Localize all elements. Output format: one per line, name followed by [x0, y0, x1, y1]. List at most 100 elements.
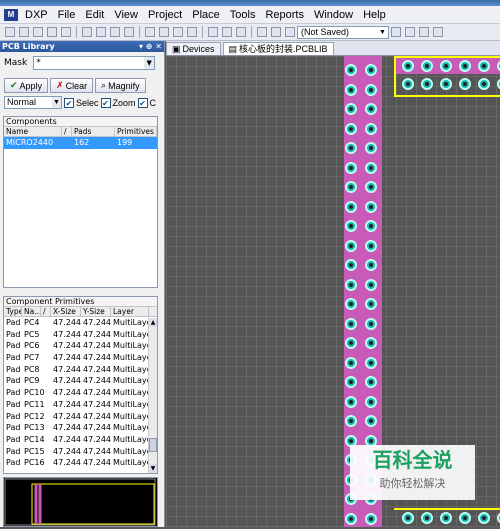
- scroll-thumb[interactable]: [149, 438, 157, 452]
- col-x-size[interactable]: X-Size: [51, 307, 81, 316]
- deselect-icon[interactable]: [236, 27, 246, 37]
- menu-reports[interactable]: Reports: [260, 9, 309, 21]
- primitive-row[interactable]: PadPC1247.244n47.244nMultiLaye: [4, 411, 157, 423]
- clear-existing-checkbox[interactable]: ✔: [137, 97, 148, 108]
- primitive-row[interactable]: PadPC1647.244n47.244nMultiLaye: [4, 457, 157, 469]
- menu-dxp[interactable]: DXP: [20, 9, 53, 21]
- component-row[interactable]: MICRO2440 162 199: [4, 137, 157, 149]
- chevron-down-icon: ▼: [52, 97, 61, 108]
- primitive-row[interactable]: PadPC1047.244n47.244nMultiLaye: [4, 387, 157, 399]
- pad: [365, 103, 377, 115]
- watermark-subtitle: 助你轻松解决: [379, 477, 446, 490]
- outline-mid: [394, 95, 500, 97]
- zoom-icon[interactable]: [61, 27, 71, 37]
- footprint-preview[interactable]: [3, 477, 158, 527]
- clear-x-icon: ✗: [56, 80, 64, 90]
- apply-button[interactable]: ✔ Apply: [4, 78, 49, 93]
- cut-icon[interactable]: [145, 27, 155, 37]
- chevron-down-icon: ▼: [379, 28, 386, 36]
- col-name[interactable]: Na...: [22, 307, 41, 316]
- rubber-stamp-icon[interactable]: [187, 27, 197, 37]
- col-name[interactable]: Name: [4, 127, 62, 136]
- menu-edit[interactable]: Edit: [80, 9, 109, 21]
- pad-icon[interactable]: [405, 27, 415, 37]
- pad: [345, 142, 357, 154]
- pad: [421, 512, 433, 524]
- paste-icon[interactable]: [173, 27, 183, 37]
- primitives-scrollbar[interactable]: ▲ ▼: [148, 318, 157, 473]
- scroll-down-icon[interactable]: ▼: [149, 464, 157, 473]
- magnify-button[interactable]: ⌕ Magnify: [95, 78, 146, 93]
- col-pads[interactable]: Pads: [72, 127, 115, 136]
- clear-existing-label: C: [149, 97, 157, 108]
- pad: [345, 64, 357, 76]
- col-y-size[interactable]: Y-Size: [81, 307, 111, 316]
- zoom-fit-icon[interactable]: [82, 27, 92, 37]
- new-file-icon[interactable]: [5, 27, 15, 37]
- copy-icon[interactable]: [159, 27, 169, 37]
- chevron-down-icon[interactable]: ▼: [144, 57, 155, 69]
- via-icon[interactable]: [419, 27, 429, 37]
- print-icon[interactable]: [47, 27, 57, 37]
- primitive-row[interactable]: PadPC947.244n47.244nMultiLaye: [4, 375, 157, 387]
- save-icon[interactable]: [33, 27, 43, 37]
- zoom-area-icon[interactable]: [96, 27, 106, 37]
- pad: [345, 83, 357, 96]
- clear-button[interactable]: ✗ Clear: [50, 78, 94, 93]
- primitive-y: 47.244n: [83, 446, 111, 456]
- tab-pcblib[interactable]: ▤ 核心板的封装.PCBLIB: [222, 42, 334, 55]
- menu-file[interactable]: File: [53, 9, 81, 21]
- col-layer[interactable]: Layer: [111, 307, 149, 316]
- primitive-x: 47.244n: [53, 318, 81, 327]
- primitive-name: PC8: [24, 364, 40, 374]
- menu-help[interactable]: Help: [358, 9, 391, 21]
- zoom-checkbox-label: Zoom: [112, 97, 136, 108]
- zoom-selected-icon[interactable]: [110, 27, 120, 37]
- primitive-row[interactable]: PadPC547.244n47.244nMultiLaye: [4, 329, 157, 341]
- zoom-out-icon[interactable]: [124, 27, 134, 37]
- primitive-row[interactable]: PadPC747.244n47.244nMultiLaye: [4, 352, 157, 364]
- apply-button-label: Apply: [19, 80, 43, 91]
- pad: [440, 60, 452, 72]
- primitive-name: PC11: [24, 399, 45, 409]
- menu-tools[interactable]: Tools: [225, 9, 261, 21]
- mask-label: Mask: [4, 58, 28, 68]
- panel-pin-close-icons[interactable]: ▾ ⊕ ✕: [139, 41, 162, 52]
- primitive-row[interactable]: PadPC1547.244n47.244nMultiLaye: [4, 446, 157, 458]
- primitive-row[interactable]: PadPC1447.244n47.244nMultiLaye: [4, 434, 157, 446]
- grid-icon[interactable]: [285, 27, 295, 37]
- tab-devices[interactable]: ▣ Devices: [166, 42, 221, 55]
- primitive-type: Pad: [6, 364, 21, 374]
- move-icon[interactable]: [222, 27, 232, 37]
- primitive-row[interactable]: PadPC1147.244n47.244nMultiLaye: [4, 399, 157, 411]
- primitive-row[interactable]: PadPC447.244n47.244nMultiLaye: [4, 317, 157, 329]
- menu-project[interactable]: Project: [143, 9, 187, 21]
- primitive-row[interactable]: PadPC847.244n47.244nMultiLaye: [4, 364, 157, 376]
- menu-window[interactable]: Window: [309, 9, 358, 21]
- toolbar-separator: [251, 26, 252, 38]
- dxp-logo-icon[interactable]: M: [4, 8, 18, 21]
- col-type[interactable]: Type: [4, 307, 22, 316]
- primitive-type: Pad: [6, 423, 21, 433]
- col-sort[interactable]: /: [41, 307, 51, 316]
- open-folder-icon[interactable]: [19, 27, 29, 37]
- primitive-name: PC12: [24, 411, 45, 421]
- mode-combo[interactable]: Normal ▼: [4, 96, 62, 109]
- primitive-row[interactable]: PadPC647.244n47.244nMultiLaye: [4, 340, 157, 352]
- menu-place[interactable]: Place: [187, 9, 225, 21]
- mask-input[interactable]: * ▼: [33, 56, 156, 70]
- primitive-row[interactable]: PadPC1347.244n47.244nMultiLaye: [4, 422, 157, 434]
- scroll-up-icon[interactable]: ▲: [149, 318, 157, 327]
- select-area-icon[interactable]: [208, 27, 218, 37]
- undo-icon[interactable]: [257, 27, 267, 37]
- variant-combo[interactable]: (Not Saved) ▼: [297, 25, 389, 39]
- line-icon[interactable]: [391, 27, 401, 37]
- menu-view[interactable]: View: [109, 9, 143, 21]
- select-checkbox[interactable]: ✔: [64, 97, 74, 108]
- col-sort[interactable]: /: [62, 127, 72, 136]
- redo-icon[interactable]: [271, 27, 281, 37]
- col-primitives[interactable]: Primitives: [115, 127, 157, 136]
- zoom-checkbox[interactable]: ✔: [100, 97, 111, 108]
- text-icon[interactable]: [433, 27, 443, 37]
- pad: [402, 60, 414, 72]
